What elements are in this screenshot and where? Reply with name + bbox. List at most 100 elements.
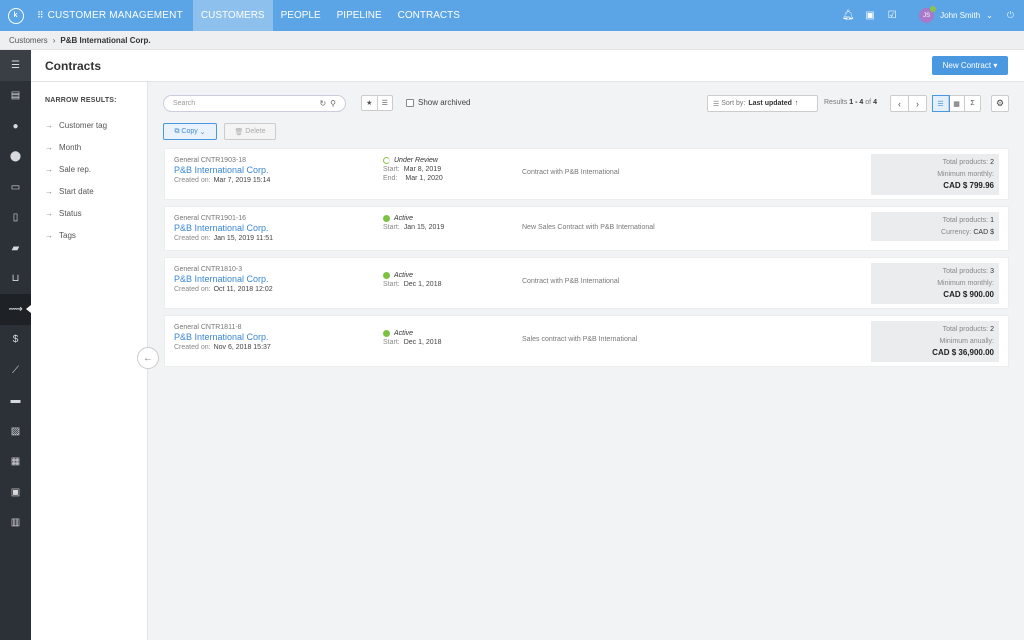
checklist-icon[interactable]: ☑: [881, 10, 903, 21]
clipboard-icon[interactable]: ▣: [859, 10, 881, 21]
ticket-icon[interactable]: ▬: [0, 386, 31, 417]
chat-icon[interactable]: ▰: [0, 233, 31, 264]
status-badge: Under Review: [383, 157, 443, 164]
created-label: Created on:: [174, 344, 211, 351]
power-icon[interactable]: ⏻: [1007, 10, 1014, 21]
filter-label: Customer tag: [59, 120, 108, 130]
copy-icon: ⧉: [174, 127, 182, 135]
calendar-icon[interactable]: ▣: [0, 477, 31, 508]
arrow-right-icon: →: [45, 186, 53, 196]
chevron-down-icon[interactable]: ⌄: [986, 11, 993, 20]
check-circle-icon: [383, 330, 390, 337]
chevron-left-icon[interactable]: ‹: [891, 96, 909, 111]
copy-label: Copy: [181, 128, 198, 135]
customer-link[interactable]: P&B International Corp.: [174, 332, 271, 342]
status-text: Active: [394, 272, 414, 279]
show-archived-label: Show archived: [418, 98, 471, 107]
refresh-icon[interactable]: ↻: [319, 99, 330, 108]
created-date: Oct 11, 2018 12:02: [213, 286, 273, 293]
list-icon[interactable]: ☰: [378, 96, 393, 110]
search-placeholder: Search: [173, 100, 196, 107]
tab-pipeline[interactable]: PIPELINE: [329, 0, 390, 31]
start-date: Dec 1, 2018: [403, 339, 442, 346]
table-view-icon[interactable]: ▦: [949, 96, 965, 111]
start-label: Start:: [383, 224, 400, 231]
filter-customer-tag[interactable]: → Customer tag: [45, 114, 147, 136]
delete-label: Delete: [245, 128, 266, 135]
chevron-right-icon[interactable]: ›: [909, 96, 926, 111]
contract-card[interactable]: General CNTR1903-18 P&B International Co…: [164, 148, 1009, 200]
end-label: End:: [383, 175, 398, 182]
filter-label: Status: [59, 208, 82, 218]
breadcrumb-root[interactable]: Customers: [9, 36, 48, 45]
bell-icon[interactable]: 🔔︎: [837, 10, 859, 21]
cart-icon[interactable]: ⊔: [0, 264, 31, 295]
app-logo[interactable]: k: [0, 0, 31, 31]
summary-label: Minimum anually:: [939, 337, 994, 345]
customer-link[interactable]: P&B International Corp.: [174, 223, 273, 233]
customer-link[interactable]: P&B International Corp.: [174, 274, 273, 284]
filter-label: Tags: [59, 230, 76, 240]
task-icon[interactable]: ▯: [0, 203, 31, 234]
gear-icon[interactable]: ⚙: [991, 95, 1009, 112]
bar-chart-icon[interactable]: ▥: [0, 508, 31, 539]
filter-start-date[interactable]: → Start date: [45, 180, 147, 202]
search-input[interactable]: Search ↻⚲: [163, 95, 346, 112]
contract-card[interactable]: General CNTR1901-16 P&B International Co…: [164, 206, 1009, 251]
new-contract-button[interactable]: New Contract ▾: [932, 56, 1008, 75]
created-label: Created on:: [174, 177, 211, 184]
collapse-panel-button[interactable]: ←: [137, 347, 159, 369]
avatar-initials: JS: [923, 12, 931, 19]
id-badge-icon[interactable]: ▦: [0, 447, 31, 478]
contract-summary: Total products: 1 Currency: CAD $: [871, 212, 999, 241]
app-switcher[interactable]: ⠿ CUSTOMER MANAGEMENT: [31, 0, 183, 31]
summary-label: Currency:: [941, 228, 972, 236]
tab-customers[interactable]: CUSTOMERS: [192, 0, 273, 31]
view-switcher: ☰ ▦ Σ: [932, 95, 981, 112]
arrow-right-icon: →: [45, 120, 53, 130]
summary-label: Minimum monthly:: [937, 170, 994, 178]
sort-dropdown[interactable]: ☰ Sort by: Last updated ↑: [707, 95, 818, 112]
page-title: Contracts: [45, 58, 102, 73]
search-icon[interactable]: ⚲: [330, 99, 340, 108]
show-archived-checkbox[interactable]: Show archived: [406, 98, 470, 107]
start-label: Start:: [383, 339, 400, 346]
copy-button[interactable]: ⧉ Copy ⌄: [163, 123, 217, 140]
menu-icon[interactable]: ☰: [0, 50, 31, 81]
created-label: Created on:: [174, 235, 211, 242]
contract-card[interactable]: General CNTR1811-8 P&B International Cor…: [164, 315, 1009, 367]
handshake-icon[interactable]: ⟿: [0, 294, 31, 325]
contact-card-icon[interactable]: ▭: [0, 172, 31, 203]
logo-icon: k: [7, 7, 24, 24]
folder-contact-icon[interactable]: ▨: [0, 416, 31, 447]
sum-icon[interactable]: Σ: [965, 96, 980, 111]
avatar[interactable]: JS: [919, 6, 937, 23]
contract-number: General CNTR1811-8: [174, 324, 242, 331]
sort-value: Last updated: [748, 100, 792, 107]
filter-status[interactable]: → Status: [45, 202, 147, 224]
filter-tags[interactable]: → Tags: [45, 224, 147, 246]
tab-contracts[interactable]: CONTRACTS: [390, 0, 468, 31]
tab-people[interactable]: PEOPLE: [273, 0, 329, 31]
dashboard-icon[interactable]: ▤: [0, 81, 31, 112]
contract-number: General CNTR1901-16: [174, 215, 246, 222]
person-icon[interactable]: ●: [0, 111, 31, 142]
trend-chart-icon[interactable]: ⟋: [0, 355, 31, 386]
filter-month[interactable]: → Month: [45, 136, 147, 158]
contract-description: Sales contract with P&B International: [522, 336, 638, 343]
arrow-right-icon: →: [45, 164, 53, 174]
customer-link[interactable]: P&B International Corp.: [174, 165, 270, 175]
location-pin-icon[interactable]: ⬤: [0, 142, 31, 173]
results-range: 1 - 4: [849, 99, 864, 106]
checkbox-box[interactable]: [406, 98, 414, 107]
start-date: Dec 1, 2018: [403, 281, 442, 288]
list-view-icon[interactable]: ☰: [932, 95, 950, 112]
filter-sale-rep[interactable]: → Sale rep.: [45, 158, 147, 180]
narrow-results-panel: NARROW RESULTS: → Customer tag → Month → Sa…: [31, 82, 148, 640]
dollar-icon[interactable]: $: [0, 325, 31, 356]
contract-card[interactable]: General CNTR1810-3 P&B International Cor…: [164, 257, 1009, 309]
contract-description: Contract with P&B International: [522, 169, 620, 176]
star-icon[interactable]: ★: [362, 96, 378, 110]
delete-button[interactable]: 🗑︎ Delete: [224, 123, 276, 140]
user-name[interactable]: John Smith: [940, 11, 980, 20]
